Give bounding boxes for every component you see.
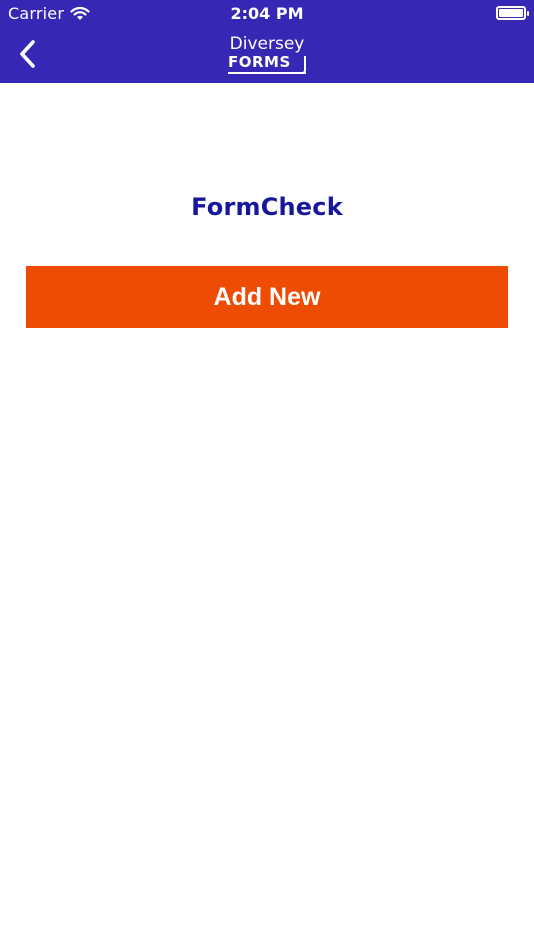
back-button[interactable] <box>10 36 46 72</box>
app-header: Carrier 2:04 PM Diversey FORMS <box>0 0 534 83</box>
status-bar: Carrier 2:04 PM <box>0 0 534 28</box>
battery-icon <box>496 6 529 20</box>
diversey-forms-logo: Diversey FORMS <box>226 34 308 76</box>
navigation-bar: Diversey FORMS <box>0 28 534 83</box>
chevron-left-icon <box>20 40 35 68</box>
status-time: 2:04 PM <box>230 4 304 23</box>
add-new-button[interactable]: Add New <box>26 266 508 328</box>
logo-underline <box>228 72 306 74</box>
logo-line1: Diversey <box>229 34 305 54</box>
page-title: FormCheck <box>191 193 343 221</box>
logo-line2: FORMS <box>228 53 291 71</box>
